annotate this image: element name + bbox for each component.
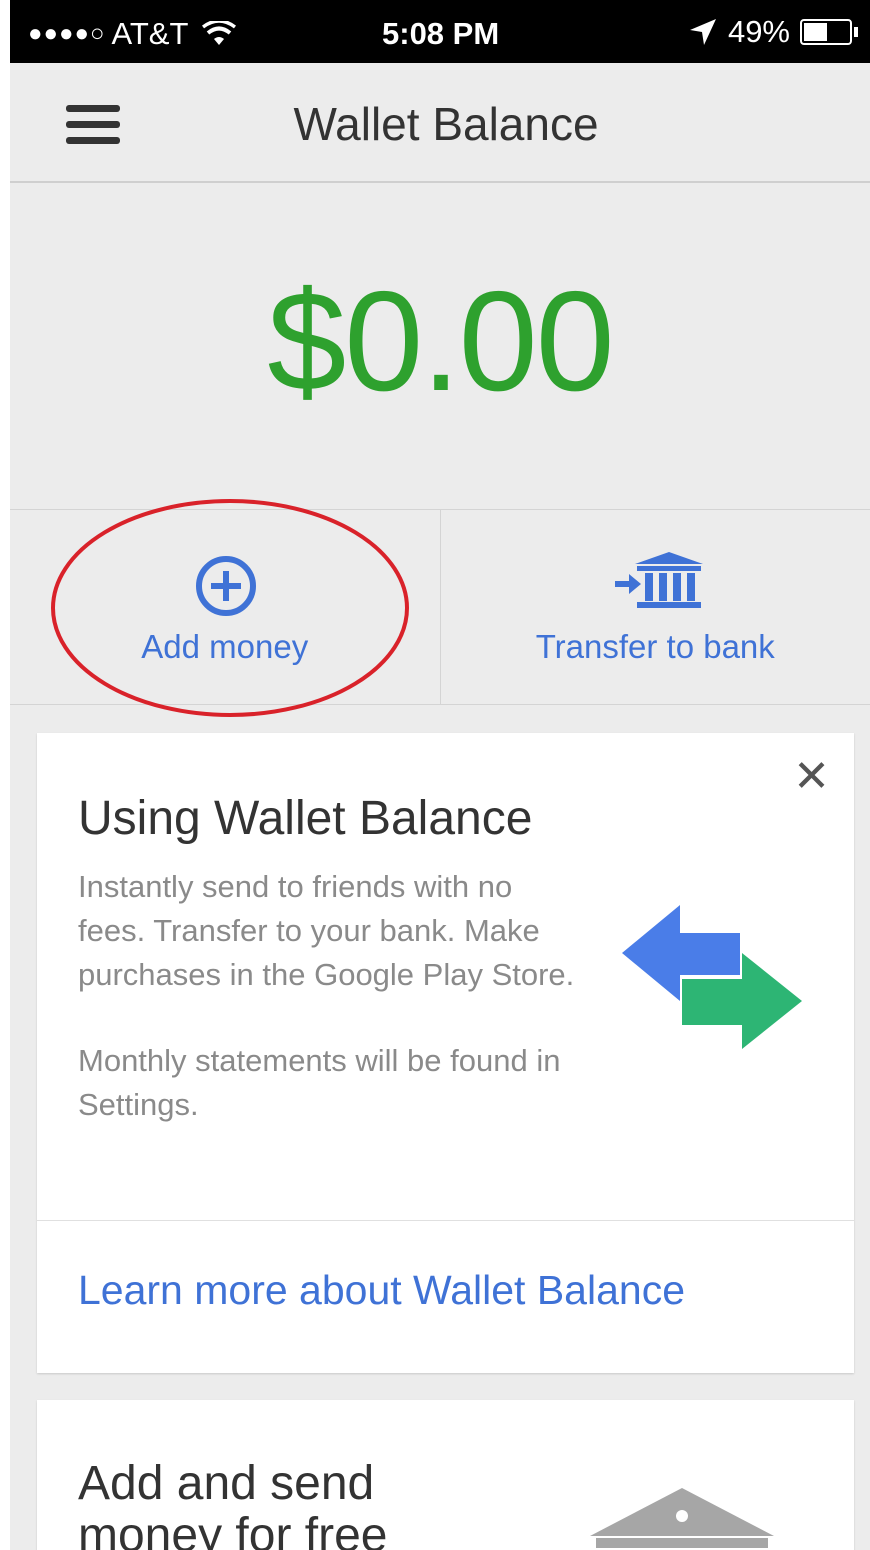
carrier-name: AT&T [111,16,189,51]
balance-display: $0.00 [10,184,870,509]
app-header: Wallet Balance [10,63,870,183]
bank-building-icon [590,1488,774,1548]
info-card-divider [37,1220,854,1221]
info-card-title: Using Wallet Balance [78,792,533,845]
plus-circle-icon [196,556,256,616]
status-right: 49% [688,14,858,50]
carrier-group: ●●●●○ AT&T [28,16,237,52]
battery-percent: 49% [727,14,790,49]
battery-icon [800,19,852,45]
page-title: Wallet Balance [293,98,599,150]
close-icon[interactable]: ✕ [793,755,830,799]
balance-actions: Add money Transfer to bank [10,509,870,705]
info-card-description: Instantly send to friends with no fees. … [78,869,575,992]
transfer-to-bank-button[interactable]: Transfer to bank [439,510,870,704]
add-send-card: Add and send money for free [37,1400,854,1550]
signal-strength: ●●●●○ [28,20,106,47]
battery-nub [854,27,858,37]
add-send-card-title: Add and send money for free [78,1457,388,1550]
balance-amount: $0.00 [267,261,614,421]
info-card-body: Instantly send to friends with no fees. … [78,865,578,1127]
info-card: ✕ Using Wallet Balance Instantly send to… [37,733,854,1373]
add-money-label: Add money [141,628,309,665]
exchange-arrows-icon [622,905,802,1049]
learn-more-link[interactable]: Learn more about Wallet Balance [78,1267,685,1314]
transfer-to-bank-label: Transfer to bank [535,628,775,665]
status-bar: ●●●●○ AT&T 5:08 PM 49% [10,0,870,63]
wallet-balance-screen: ●●●●○ AT&T 5:08 PM 49% Wallet Balance $0… [10,0,870,1550]
add-money-button[interactable]: Add money [10,510,440,704]
status-time: 5:08 PM [382,16,500,51]
location-arrow-icon [689,19,716,45]
wifi-icon [202,21,237,45]
info-card-statement-note: Monthly statements will be found in Sett… [78,1043,561,1122]
bank-transfer-icon [614,552,703,608]
